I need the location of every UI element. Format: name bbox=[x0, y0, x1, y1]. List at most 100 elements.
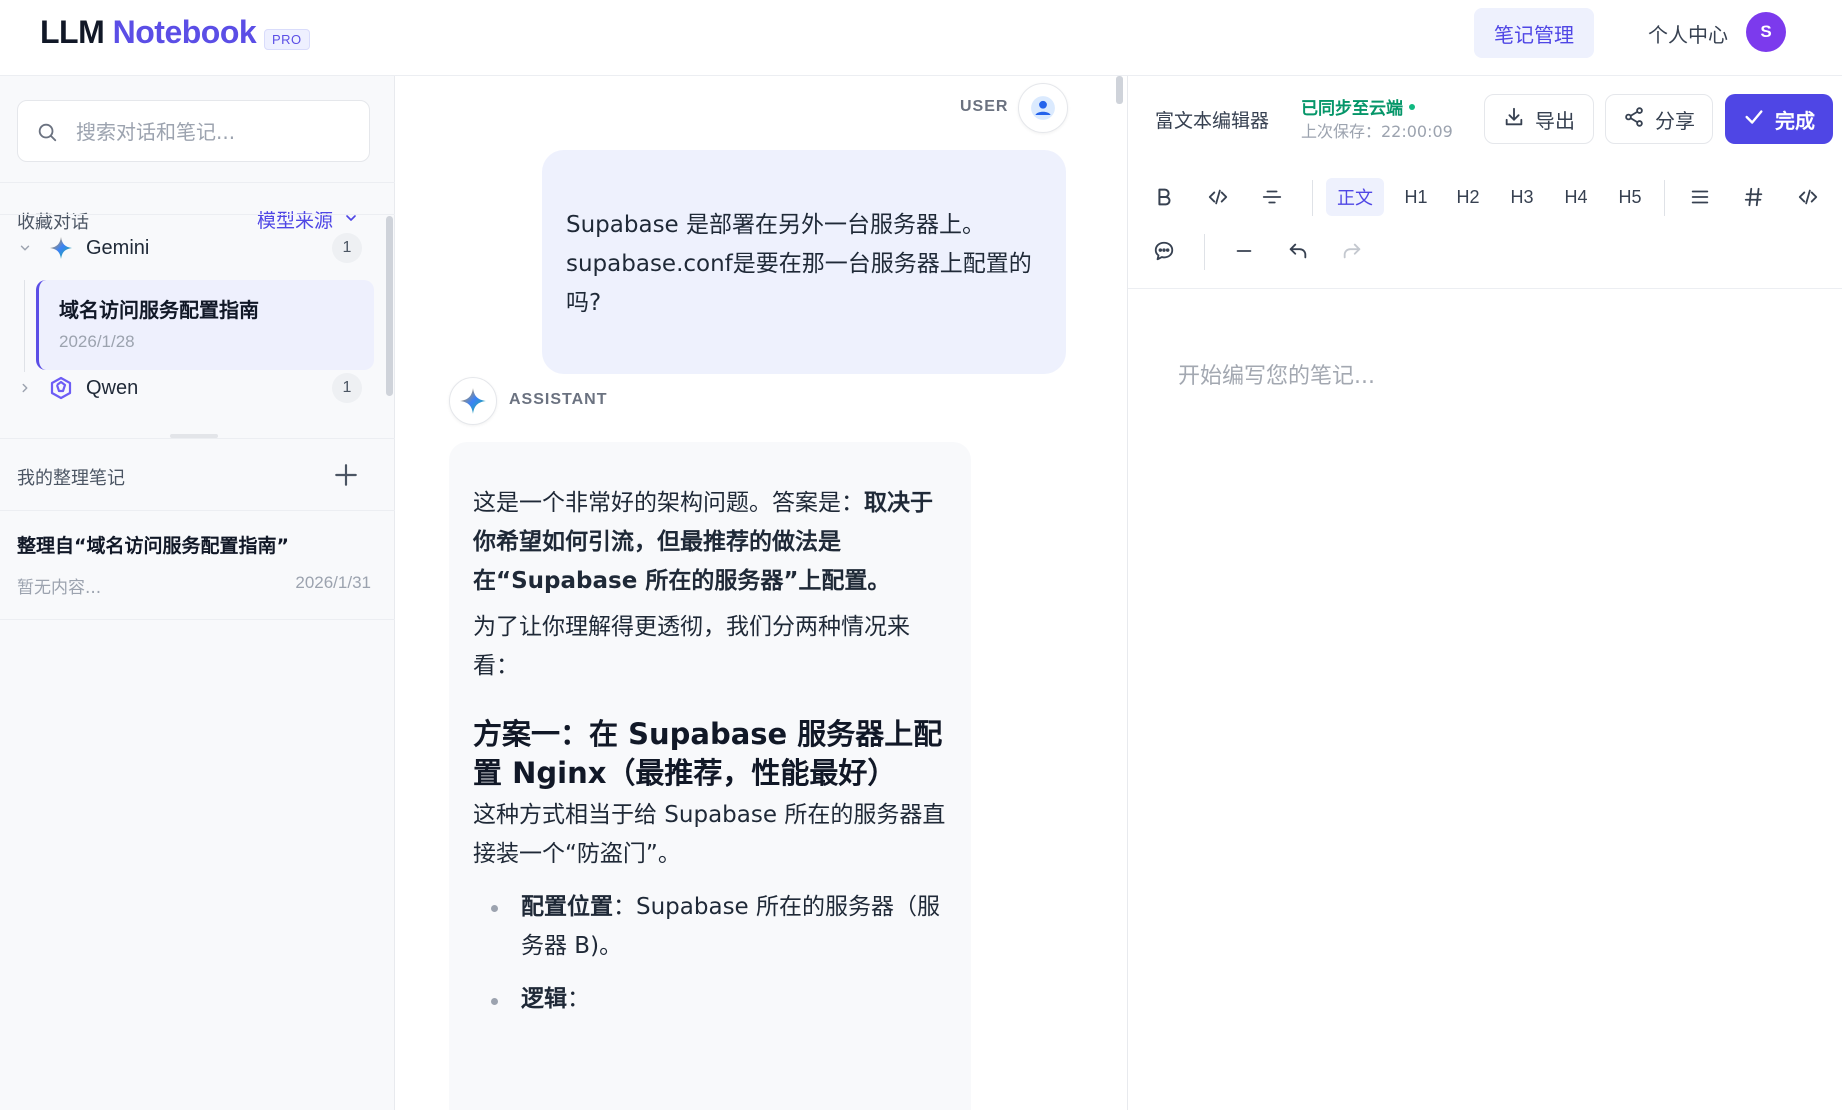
text-bold: 逻辑 bbox=[521, 986, 567, 1012]
gemini-icon bbox=[460, 388, 486, 414]
comment-icon bbox=[1154, 241, 1174, 261]
conversation-item-selected[interactable]: 域名访问服务配置指南 2026/1/28 bbox=[36, 280, 374, 370]
redo-button[interactable] bbox=[1332, 232, 1372, 270]
share-button[interactable]: 分享 bbox=[1605, 94, 1713, 144]
add-note-button[interactable] bbox=[333, 462, 359, 492]
divider bbox=[0, 438, 395, 439]
group-gemini[interactable]: Gemini 1 bbox=[14, 228, 364, 268]
chevron-down-icon[interactable] bbox=[14, 241, 36, 255]
strikethrough-button[interactable] bbox=[1252, 178, 1292, 216]
sync-dot-icon bbox=[1409, 103, 1415, 110]
user-message-avatar bbox=[1018, 83, 1068, 133]
last-saved: 上次保存：22:00:09 bbox=[1301, 122, 1453, 141]
toolbar-separator bbox=[1664, 180, 1665, 216]
editor-panel: 富文本编辑器 已同步至云端 上次保存：22:00:09 导出 分享 完成 正文 … bbox=[1127, 76, 1842, 1110]
divider bbox=[0, 182, 395, 183]
minus-icon bbox=[1236, 250, 1252, 252]
share-icon bbox=[1623, 106, 1645, 133]
h3-button[interactable]: H3 bbox=[1500, 178, 1544, 216]
export-label: 导出 bbox=[1535, 108, 1575, 133]
app-logo[interactable]: LLM Notebook bbox=[40, 14, 257, 51]
h4-button[interactable]: H4 bbox=[1554, 178, 1598, 216]
bullet-dot bbox=[491, 998, 498, 1005]
search-box[interactable] bbox=[17, 100, 370, 162]
assistant-paragraph: 这是一个非常好的架构问题。答案是：取决于你希望如何引流，但最推荐的做法是在“Su… bbox=[473, 484, 953, 601]
text-bold: 配置位置 bbox=[521, 894, 613, 920]
inline-code-button[interactable] bbox=[1198, 178, 1238, 216]
undo-button[interactable] bbox=[1278, 232, 1318, 270]
qwen-icon bbox=[48, 376, 74, 400]
code-block-icon bbox=[1798, 189, 1818, 205]
chevron-right-icon[interactable] bbox=[14, 381, 36, 395]
quote-button[interactable] bbox=[1144, 232, 1184, 270]
sidebar: 收藏对话 模型来源 Gemini 1 域名访问服务配置指南 2026/1/28 … bbox=[0, 76, 395, 1110]
assistant-heading: 方案一：在 Supabase 服务器上配置 Nginx（最推荐，性能最好） bbox=[473, 717, 943, 790]
editor-title: 富文本编辑器 bbox=[1155, 110, 1270, 132]
assistant-avatar bbox=[449, 377, 497, 425]
code-icon bbox=[1208, 189, 1228, 205]
chat-panel: USER Supabase 是部署在另外一台服务器上。supabase.conf… bbox=[396, 76, 1126, 1110]
editor-placeholder[interactable]: 开始编写您的笔记... bbox=[1178, 358, 1375, 390]
h1-button[interactable]: H1 bbox=[1394, 178, 1438, 216]
paragraph-button[interactable]: 正文 bbox=[1326, 178, 1384, 216]
hash-icon bbox=[1744, 187, 1763, 207]
tree-line bbox=[24, 280, 25, 372]
heading-button[interactable] bbox=[1734, 178, 1774, 216]
done-label: 完成 bbox=[1775, 108, 1815, 133]
code-block-button[interactable] bbox=[1788, 178, 1828, 216]
check-icon bbox=[1743, 106, 1765, 133]
notes-title: 我的整理笔记 bbox=[17, 468, 125, 489]
export-button[interactable]: 导出 bbox=[1484, 94, 1594, 144]
text-plain: 这是一个非常好的架构问题。答案是： bbox=[473, 490, 864, 516]
note-preview: 暂无内容... bbox=[17, 578, 102, 598]
toolbar-separator bbox=[1204, 234, 1205, 270]
editor-divider bbox=[1128, 288, 1842, 289]
list-button[interactable] bbox=[1680, 178, 1720, 216]
search-icon bbox=[36, 121, 58, 147]
search-input[interactable] bbox=[76, 115, 356, 149]
strikethrough-icon bbox=[1262, 190, 1282, 204]
nav-notes-button[interactable]: 笔记管理 bbox=[1474, 8, 1594, 58]
assistant-list-item: 配置位置：Supabase 所在的服务器（服务器 B)。 bbox=[521, 888, 953, 966]
share-label: 分享 bbox=[1655, 108, 1695, 133]
divider bbox=[0, 214, 395, 215]
group-count-badge: 1 bbox=[332, 373, 362, 403]
group-name: Gemini bbox=[86, 236, 150, 259]
assistant-paragraph: 这种方式相当于给 Supabase 所在的服务器直接装一个“防盗门”。 bbox=[473, 802, 946, 867]
conversation-date: 2026/1/28 bbox=[59, 332, 135, 351]
toolbar-separator bbox=[1312, 180, 1313, 216]
conversation-title: 域名访问服务配置指南 bbox=[59, 298, 259, 322]
user-icon bbox=[1031, 96, 1055, 120]
h5-button[interactable]: H5 bbox=[1608, 178, 1652, 216]
done-button[interactable]: 完成 bbox=[1725, 94, 1833, 144]
download-icon bbox=[1503, 106, 1525, 133]
user-avatar[interactable]: S bbox=[1746, 12, 1786, 52]
note-item[interactable]: 整理自“域名访问服务配置指南” 暂无内容... 2026/1/31 bbox=[0, 510, 395, 620]
undo-icon bbox=[1289, 243, 1307, 259]
sidebar-scrollbar[interactable] bbox=[386, 216, 393, 396]
text-plain: ： bbox=[567, 986, 590, 1012]
note-date: 2026/1/31 bbox=[295, 573, 371, 592]
bold-button[interactable] bbox=[1144, 178, 1184, 216]
sync-status: 已同步至云端 bbox=[1301, 94, 1415, 119]
user-role-label: USER bbox=[960, 98, 1009, 115]
redo-icon bbox=[1343, 243, 1361, 259]
group-count-badge: 1 bbox=[332, 233, 362, 263]
user-message: Supabase 是部署在另外一台服务器上。supabase.conf是要在那一… bbox=[542, 150, 1066, 374]
sync-status-text: 已同步至云端 bbox=[1301, 99, 1403, 119]
top-bar: LLM Notebook PRO 笔记管理 个人中心 S bbox=[0, 0, 1842, 76]
assistant-list-item: 逻辑： bbox=[521, 980, 953, 1019]
pro-badge: PRO bbox=[264, 29, 310, 50]
h2-button[interactable]: H2 bbox=[1446, 178, 1490, 216]
nav-profile-link[interactable]: 个人中心 bbox=[1648, 19, 1728, 48]
chat-scrollbar[interactable] bbox=[1116, 76, 1123, 104]
list-icon bbox=[1691, 190, 1709, 204]
group-qwen[interactable]: Qwen 1 bbox=[14, 368, 364, 408]
logo-prefix: LLM bbox=[40, 14, 105, 50]
bullet-dot bbox=[491, 905, 498, 912]
assistant-role-label: ASSISTANT bbox=[509, 391, 608, 408]
bold-icon bbox=[1158, 188, 1171, 206]
assistant-message: 这是一个非常好的架构问题。答案是：取决于你希望如何引流，但最推荐的做法是在“Su… bbox=[449, 442, 971, 1110]
horizontal-rule-button[interactable] bbox=[1224, 232, 1264, 270]
gemini-icon bbox=[48, 236, 74, 260]
